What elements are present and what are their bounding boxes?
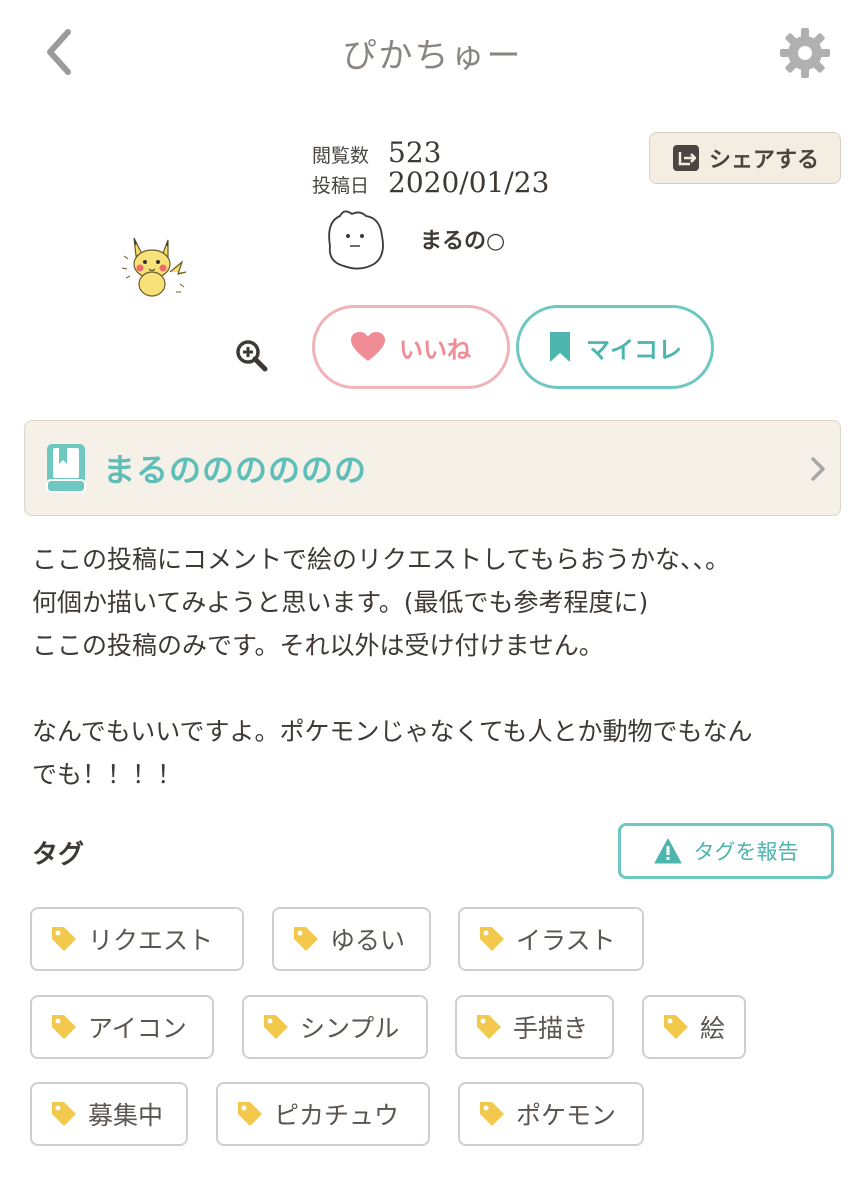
tag-icon <box>294 927 318 951</box>
tag-label: シンプル <box>300 1014 400 1043</box>
tag-icon <box>52 1015 76 1039</box>
book-icon <box>46 444 86 493</box>
post-meta: 閲覧数 523 投稿日 2020/01/23 <box>312 136 550 199</box>
pikachu-illustration <box>121 237 187 297</box>
posted-date-row: 投稿日 2020/01/23 <box>312 166 550 199</box>
collection-title: まるのののののの <box>103 451 368 489</box>
app-header: ぴかちゅー <box>0 0 865 100</box>
tag-icon <box>52 927 76 951</box>
tag-chip[interactable]: リクエスト <box>30 907 244 971</box>
tag-chip[interactable]: 手描き <box>455 995 614 1059</box>
tag-chip[interactable]: ピカチュウ <box>216 1082 430 1146</box>
tag-label: イラスト <box>516 926 616 955</box>
zoom-in-icon <box>236 340 268 372</box>
views-row: 閲覧数 523 <box>312 136 549 169</box>
like-label: いいね <box>399 335 471 364</box>
bookmark-icon <box>550 332 570 362</box>
mycolle-label: マイコレ <box>586 335 682 364</box>
tag-label: 絵 <box>700 1014 726 1043</box>
collection-link[interactable]: まるのののののの <box>24 420 841 516</box>
tag-label: ゆるい <box>330 926 406 955</box>
views-count: 523 <box>388 136 442 169</box>
tag-chip[interactable]: シンプル <box>242 995 428 1059</box>
tag-icon <box>480 927 504 951</box>
tag-icon <box>52 1102 76 1126</box>
share-label: シェアする <box>708 148 819 173</box>
mycolle-button[interactable]: マイコレ <box>516 305 714 389</box>
tag-label: 募集中 <box>88 1101 164 1130</box>
tag-label: アイコン <box>88 1014 187 1043</box>
avatar <box>328 210 384 270</box>
page-title: ぴかちゅー <box>342 36 523 76</box>
tag-icon <box>664 1015 688 1039</box>
tag-label: 手描き <box>513 1014 589 1043</box>
tag-label: ピカチュウ <box>274 1101 400 1130</box>
tag-label: リクエスト <box>88 926 214 955</box>
like-button[interactable]: いいね <box>312 305 510 389</box>
gear-icon <box>780 28 830 78</box>
settings-button[interactable] <box>778 26 832 80</box>
tag-chip[interactable]: アイコン <box>30 995 214 1059</box>
posted-date: 2020/01/23 <box>388 166 550 199</box>
tag-chip[interactable]: イラスト <box>458 907 644 971</box>
post-description: ここの投稿にコメントで絵のリクエストしてもらおうかな、、。 何個か描いてみようと… <box>32 545 753 789</box>
report-tag-label: タグを報告 <box>693 840 799 864</box>
posted-date-label: 投稿日 <box>312 175 370 197</box>
tags-heading: タグ <box>32 840 85 870</box>
tag-label: ポケモン <box>516 1101 617 1130</box>
tag-chip[interactable]: ポケモン <box>458 1082 644 1146</box>
views-label: 閲覧数 <box>312 145 370 167</box>
tag-icon <box>480 1102 504 1126</box>
share-icon <box>672 145 699 171</box>
author[interactable]: まるの○ <box>320 206 505 272</box>
tag-icon <box>238 1102 262 1126</box>
tag-chip[interactable]: 絵 <box>642 995 746 1059</box>
author-name[interactable]: まるの○ <box>420 223 505 255</box>
warning-icon <box>654 838 681 864</box>
tag-chip[interactable]: ゆるい <box>272 907 431 971</box>
zoom-button[interactable] <box>234 338 268 372</box>
report-tag-button[interactable]: タグを報告 <box>618 823 834 879</box>
heart-icon <box>351 332 385 361</box>
share-button[interactable]: シェアする <box>649 132 841 184</box>
chevron-right-icon <box>811 457 825 481</box>
tag-icon <box>477 1015 501 1039</box>
tag-chip[interactable]: 募集中 <box>30 1082 188 1146</box>
tag-icon <box>264 1015 288 1039</box>
artwork-image[interactable] <box>118 232 190 300</box>
